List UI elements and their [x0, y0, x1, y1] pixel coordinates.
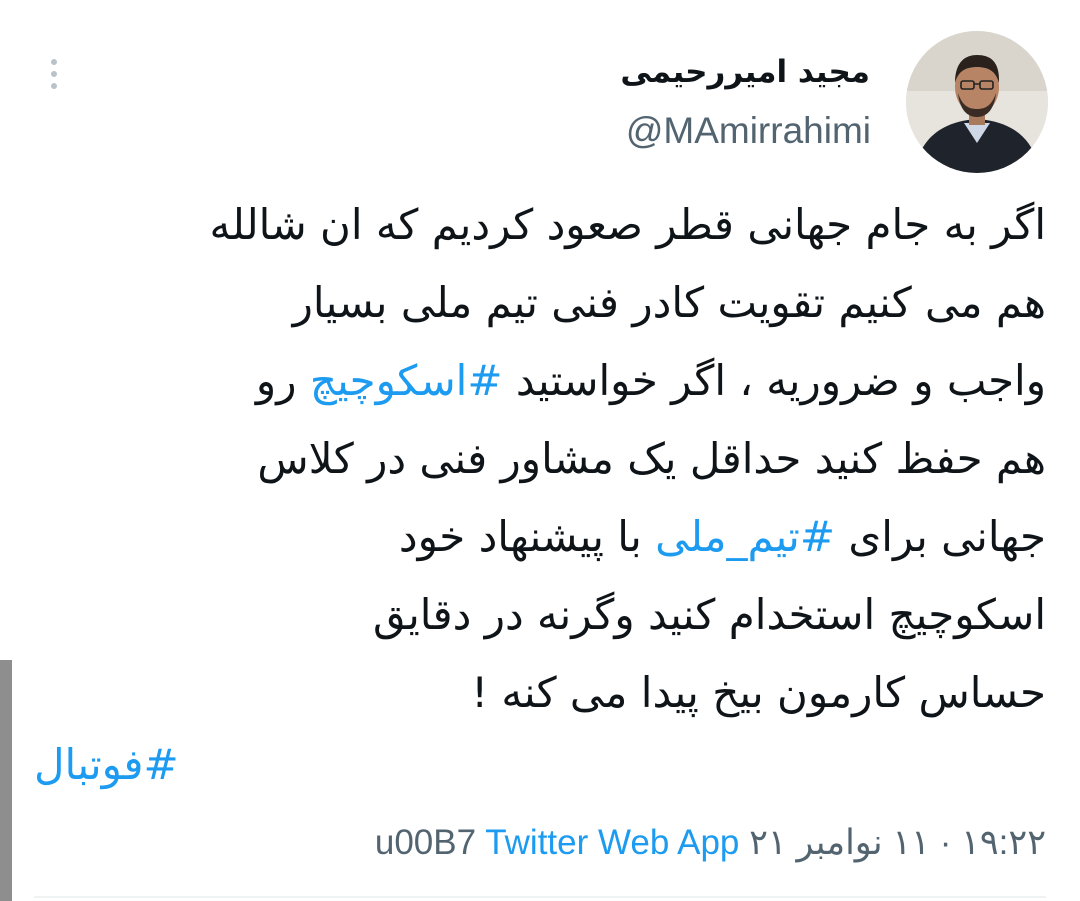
hashtag-link[interactable]: #تیم_ملی: [655, 512, 835, 561]
more-dot: [51, 59, 57, 65]
tweet-text-segment: رو: [255, 356, 310, 405]
tweet-line: حساس کارمون بیخ پیدا می کنه !: [31, 654, 1046, 732]
left-edge-strip: [0, 660, 12, 901]
more-dot: [51, 71, 57, 77]
more-dot: [51, 83, 57, 89]
tweet-text-segment: هم می کنیم تقویت کادر فنی تیم ملی بسیار: [292, 278, 1046, 327]
tweet-line: هم می کنیم تقویت کادر فنی تیم ملی بسیار: [31, 264, 1046, 342]
tweet-meta: ۱۹:۲۲ · ۱۱ نوامبر ۲۱ u00B7 Twitter Web A…: [375, 818, 1046, 868]
tweet-text-segment: هم حفظ کنید حداقل یک مشاور فنی در کلاس: [257, 434, 1046, 483]
more-vertical-icon[interactable]: [36, 50, 72, 98]
meta-separator: u00B7: [374, 823, 477, 862]
tweet-line: اسکوچیچ استخدام کنید وگرنه در دقایق: [31, 576, 1046, 654]
tweet-line: واجب و ضروریه ، اگر خواستید #اسکوچیچ رو: [31, 342, 1046, 420]
author-display-name[interactable]: مجید امیررحیمی: [620, 50, 870, 94]
author-handle[interactable]: @MAmirrahimi: [626, 108, 871, 154]
tweet-line: جهانی برای #تیم_ملی با پیشنهاد خود: [31, 498, 1046, 576]
avatar-photo: [906, 31, 1048, 173]
tweet-text-segment: جهانی برای: [835, 512, 1046, 561]
divider: [34, 896, 1046, 898]
tweet-text-segment: با پیشنهاد خود: [398, 512, 656, 561]
tweet-text-segment: واجب و ضروریه ، اگر خواستید: [502, 356, 1046, 405]
tweet-text-segment: اگر به جام جهانی قطر صعود کردیم که ان شا…: [209, 200, 1046, 249]
tweet-text-segment: حساس کارمون بیخ پیدا می کنه !: [471, 668, 1046, 717]
avatar[interactable]: [906, 31, 1048, 173]
hashtag-football[interactable]: #فوتبال: [34, 730, 179, 800]
tweet-line: هم حفظ کنید حداقل یک مشاور فنی در کلاس: [31, 420, 1046, 498]
tweet-line: اگر به جام جهانی قطر صعود کردیم که ان شا…: [31, 186, 1046, 264]
tweet-text-segment: اسکوچیچ استخدام کنید وگرنه در دقایق: [373, 590, 1046, 639]
tweet-timestamp[interactable]: ۱۹:۲۲ · ۱۱ نوامبر ۲۱: [749, 823, 1046, 862]
tweet-text: اگر به جام جهانی قطر صعود کردیم که ان شا…: [31, 186, 1046, 732]
hashtag-link[interactable]: #اسکوچیچ: [310, 356, 503, 405]
tweet-source-link[interactable]: Twitter Web App: [485, 823, 739, 862]
